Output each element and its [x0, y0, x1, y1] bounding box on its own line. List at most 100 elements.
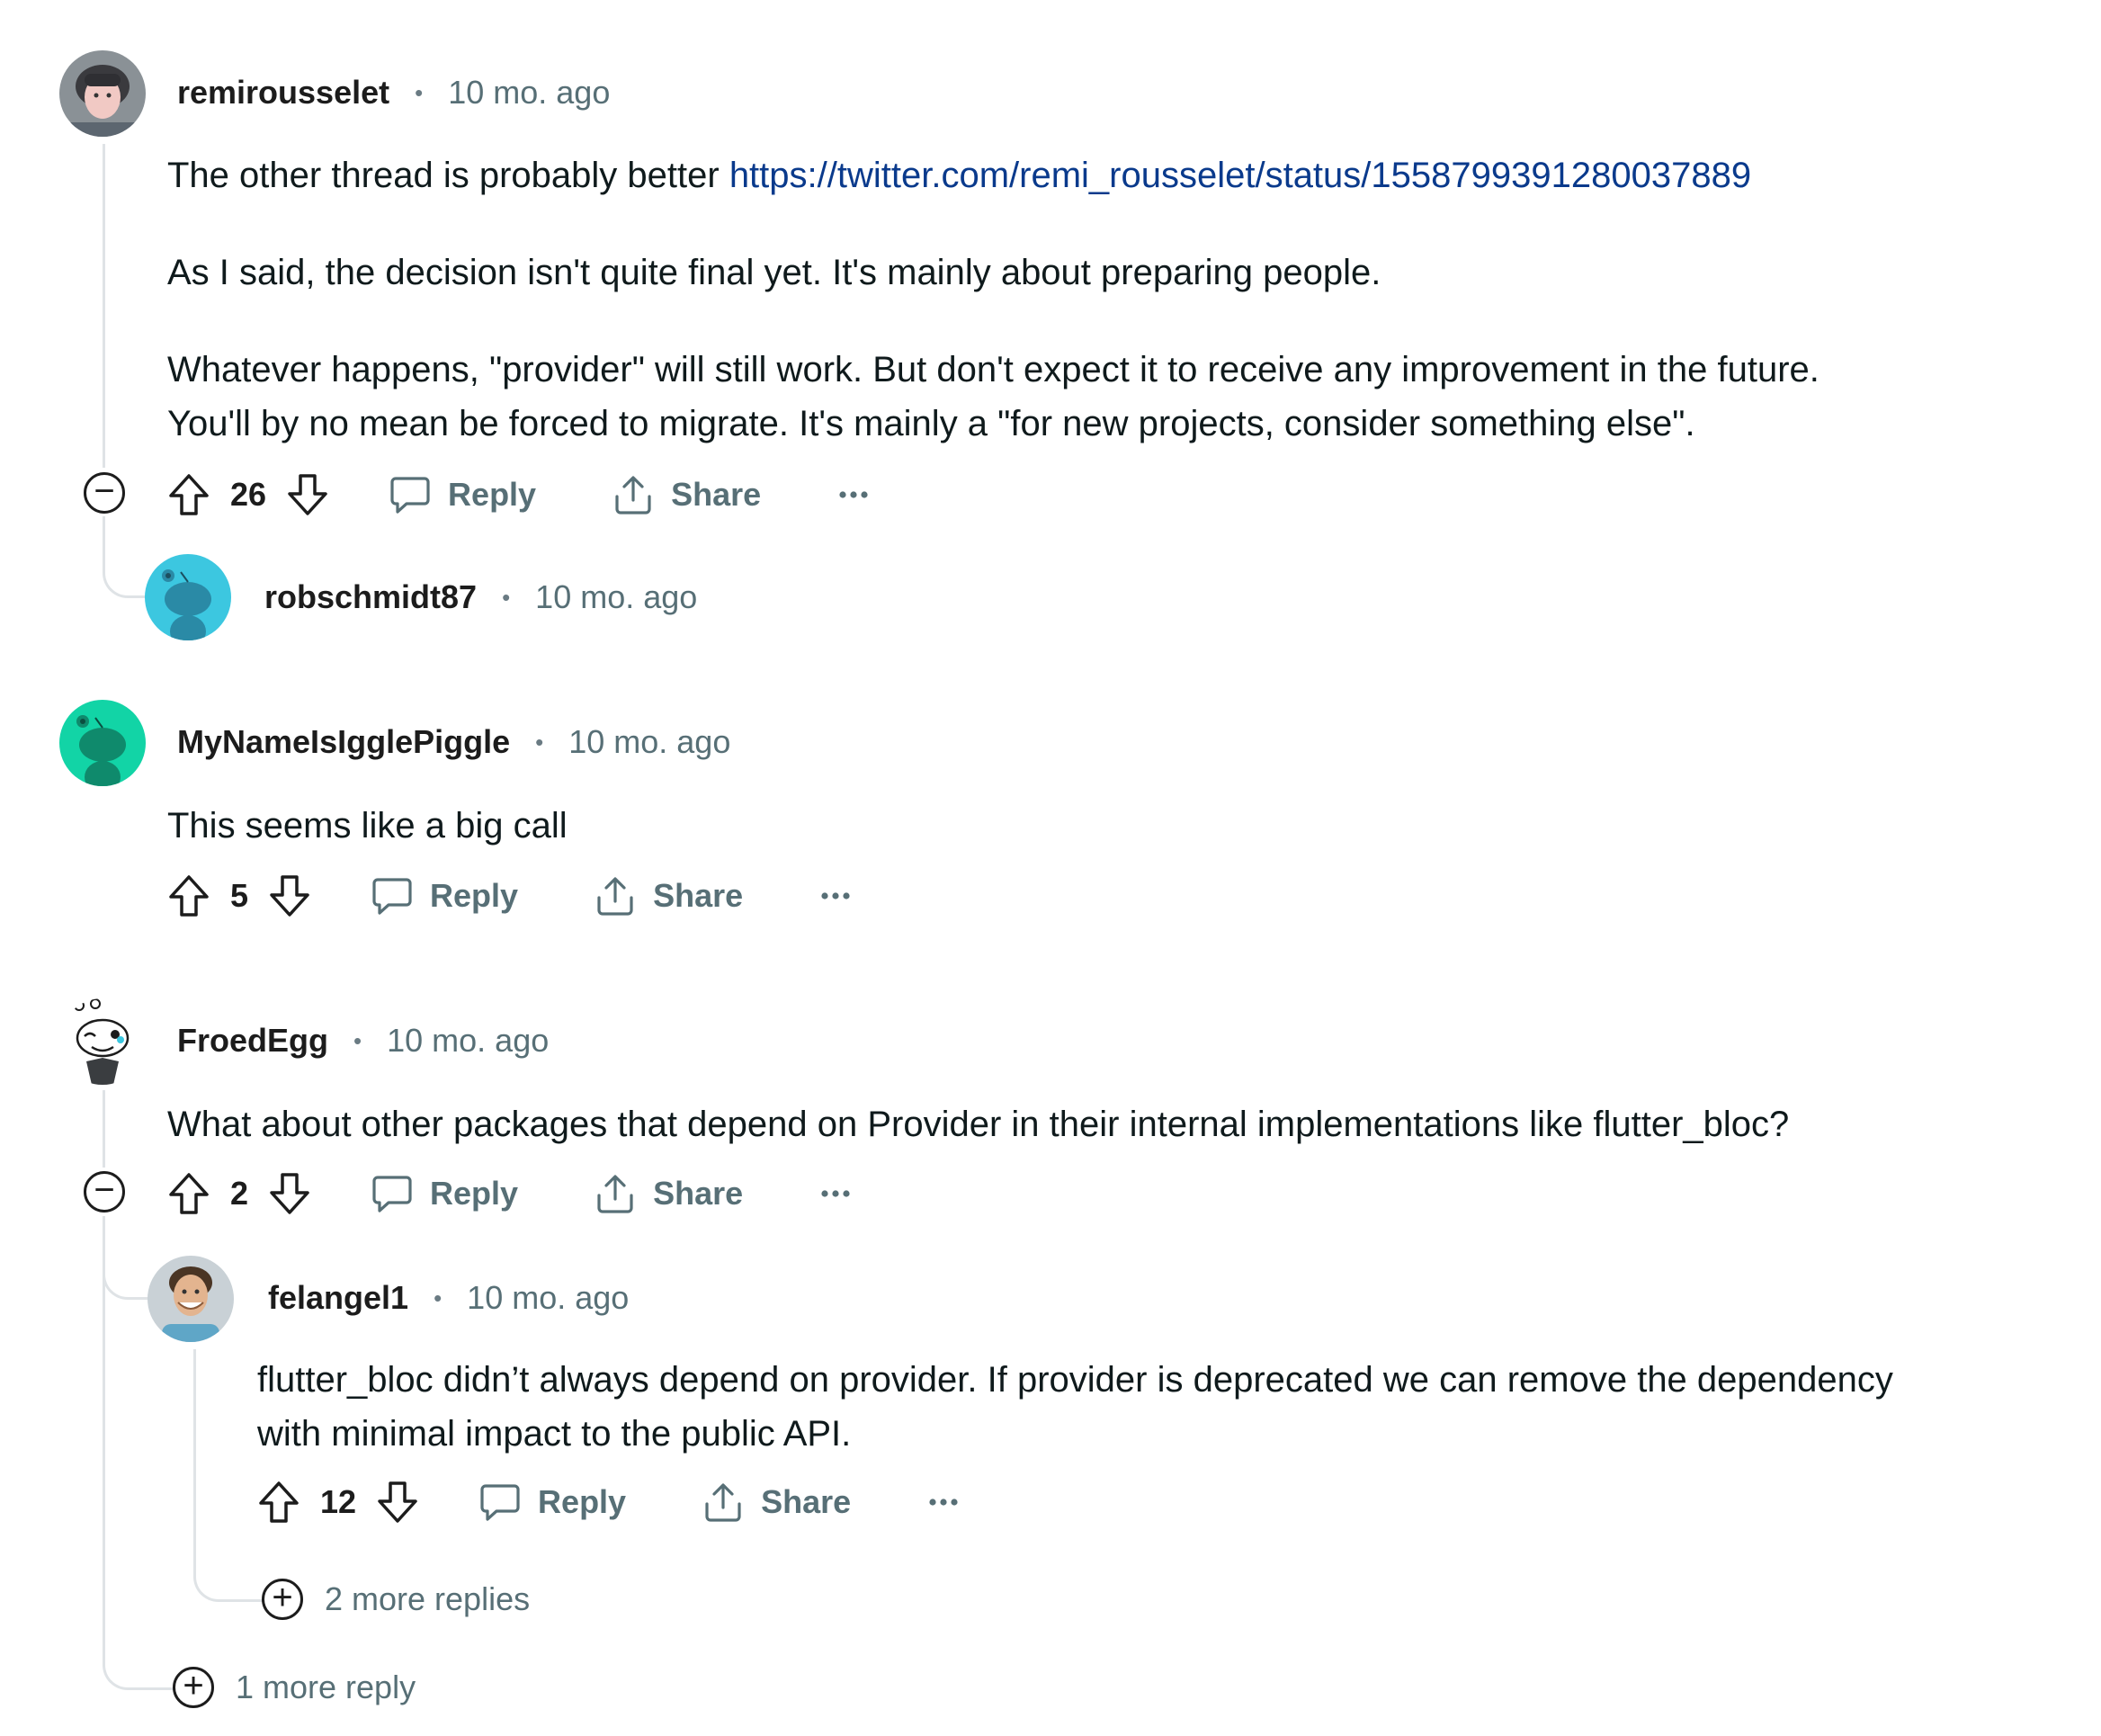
overflow-dots-icon: [821, 892, 850, 899]
vote-count: 2: [230, 1175, 249, 1212]
action-bar: 26 Reply Share: [167, 466, 869, 523]
reply-label: Reply: [430, 1175, 519, 1212]
reply-label: Reply: [430, 877, 519, 914]
action-bar: 2 Reply Share: [167, 1165, 851, 1222]
reply-button[interactable]: Reply: [371, 874, 518, 917]
more-options-button[interactable]: [820, 891, 851, 900]
author-name[interactable]: robschmidt87: [264, 578, 477, 616]
tweet-link[interactable]: https://twitter.com/remi_rousselet/statu…: [729, 156, 1751, 195]
expand-button[interactable]: +: [173, 1667, 214, 1708]
reply-button[interactable]: Reply: [478, 1481, 626, 1524]
author-name[interactable]: MyNameIsIgglePiggle: [177, 723, 510, 761]
upvote-icon: [169, 474, 209, 515]
downvote-button[interactable]: [268, 873, 311, 918]
upvote-button[interactable]: [167, 873, 210, 918]
share-icon: [705, 1483, 741, 1522]
avatar[interactable]: [59, 700, 146, 786]
more-reply-button[interactable]: + 1 more reply: [173, 1667, 416, 1708]
upvote-button[interactable]: [167, 1171, 210, 1216]
body-text: with minimal impact to the public API.: [257, 1414, 852, 1454]
meta-separator: •: [535, 728, 544, 756]
downvote-icon: [270, 875, 309, 917]
thread-branch-felangel1: [103, 1241, 148, 1300]
body-text: What about other packages that depend on…: [167, 1105, 1790, 1144]
plus-icon: +: [272, 1578, 293, 1617]
meta-separator: •: [415, 78, 424, 106]
share-label: Share: [761, 1483, 852, 1520]
downvote-button[interactable]: [268, 1171, 311, 1216]
thread-branch-more-reply: [103, 1637, 175, 1690]
expand-button[interactable]: +: [262, 1579, 303, 1620]
avatar[interactable]: [145, 554, 231, 640]
downvote-button[interactable]: [376, 1480, 419, 1525]
body-text: flutter_bloc didn’t always depend on pro…: [257, 1360, 1893, 1400]
comment-meta: felangel1 • 10 mo. ago: [268, 1275, 629, 1320]
comment-meta: remirousselet • 10 mo. ago: [177, 70, 610, 115]
collapse-thread-button[interactable]: −: [84, 1171, 125, 1213]
plus-icon: +: [183, 1666, 204, 1705]
comment-bubble-icon: [480, 1484, 520, 1521]
body-text: You'll by no mean be forced to migrate. …: [167, 404, 1695, 443]
downvote-icon: [378, 1481, 417, 1523]
upvote-button[interactable]: [257, 1480, 300, 1525]
comment-body: This seems like a big call: [167, 799, 568, 853]
snoo-avatar-icon: [59, 700, 146, 786]
timestamp[interactable]: 10 mo. ago: [535, 578, 697, 616]
downvote-icon: [270, 1173, 309, 1214]
vote-count: 12: [320, 1483, 357, 1520]
avatar[interactable]: [148, 1256, 234, 1342]
thread-line-remirousselet: [103, 144, 105, 468]
avatar[interactable]: [59, 998, 146, 1085]
avatar[interactable]: [59, 50, 146, 137]
reply-label: Reply: [448, 476, 537, 513]
share-button[interactable]: Share: [612, 473, 761, 516]
snoo-winking-avatar-icon: [59, 998, 146, 1085]
share-button[interactable]: Share: [702, 1481, 851, 1524]
reply-button[interactable]: Reply: [371, 1172, 518, 1215]
body-text: As I said, the decision isn't quite fina…: [167, 253, 1381, 292]
author-name[interactable]: remirousselet: [177, 74, 389, 112]
more-replies-label: 2 more replies: [325, 1580, 531, 1617]
more-options-button[interactable]: [928, 1498, 959, 1507]
comment-meta: MyNameIsIgglePiggle • 10 mo. ago: [177, 720, 730, 765]
timestamp[interactable]: 10 mo. ago: [448, 74, 610, 112]
upvote-icon: [169, 875, 209, 917]
action-bar: 5 Reply Share: [167, 867, 851, 925]
comment-bubble-icon: [372, 878, 412, 915]
author-name[interactable]: felangel1: [268, 1279, 408, 1317]
share-icon: [597, 1175, 633, 1213]
thread-branch-more-replies: [193, 1556, 264, 1602]
upvote-icon: [259, 1481, 299, 1523]
overflow-dots-icon: [839, 491, 868, 498]
more-options-button[interactable]: [820, 1189, 851, 1198]
action-bar: 12 Reply Share: [257, 1473, 959, 1531]
comment-meta: FroedEgg • 10 mo. ago: [177, 1018, 549, 1063]
share-label: Share: [671, 476, 762, 513]
timestamp[interactable]: 10 mo. ago: [467, 1279, 629, 1317]
snoo-avatar-icon: [145, 554, 231, 640]
overflow-dots-icon: [821, 1190, 850, 1197]
reply-button[interactable]: Reply: [389, 473, 536, 516]
meta-separator: •: [502, 583, 511, 611]
collapse-thread-button[interactable]: −: [84, 472, 125, 514]
comment-body: What about other packages that depend on…: [167, 1097, 1789, 1151]
reply-label: Reply: [538, 1483, 627, 1520]
body-text: Whatever happens, "provider" will still …: [167, 350, 1819, 389]
share-icon: [597, 877, 633, 916]
vote-count: 26: [230, 476, 267, 513]
share-label: Share: [653, 1175, 744, 1212]
share-button[interactable]: Share: [594, 1172, 743, 1215]
more-options-button[interactable]: [838, 490, 869, 499]
comment-body: The other thread is probably better http…: [167, 148, 1819, 451]
timestamp[interactable]: 10 mo. ago: [568, 723, 730, 761]
upvote-button[interactable]: [167, 472, 210, 517]
upvote-icon: [169, 1173, 209, 1214]
more-replies-button[interactable]: + 2 more replies: [262, 1579, 530, 1620]
more-replies-label: 1 more reply: [236, 1669, 416, 1705]
share-button[interactable]: Share: [594, 874, 743, 917]
meta-separator: •: [353, 1026, 362, 1054]
author-name[interactable]: FroedEgg: [177, 1022, 328, 1060]
timestamp[interactable]: 10 mo. ago: [387, 1022, 549, 1060]
meta-separator: •: [434, 1284, 443, 1311]
downvote-button[interactable]: [286, 472, 329, 517]
